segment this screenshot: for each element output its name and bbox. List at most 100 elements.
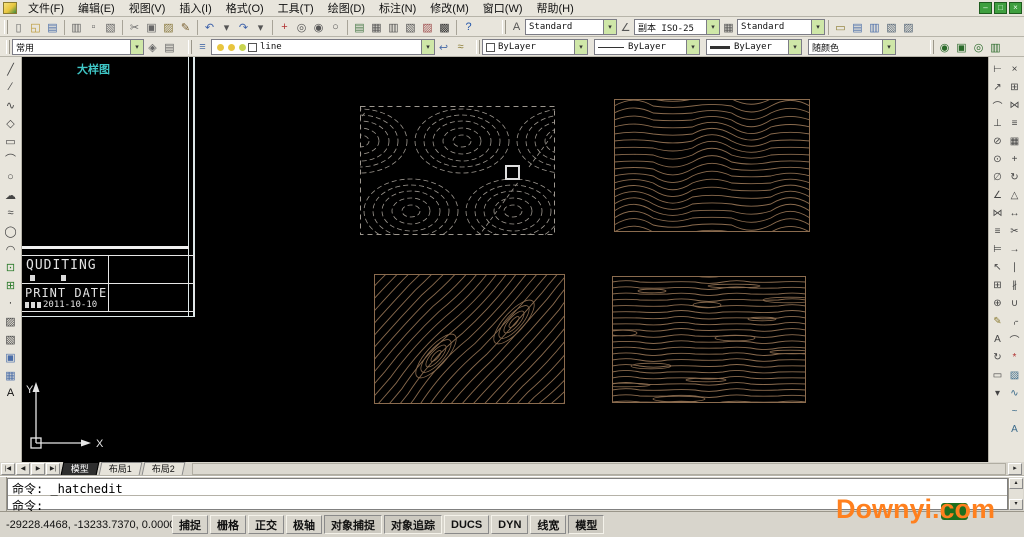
layer-combo[interactable]: line ▾ <box>211 39 435 55</box>
view-cube-icon[interactable]: ◎ <box>970 39 987 55</box>
zoom-window-icon[interactable]: ◉ <box>310 19 327 35</box>
workspace-combo[interactable]: 常用 ▾ <box>12 39 144 55</box>
quickcalc-icon[interactable]: ▩ <box>436 19 453 35</box>
properties-palette-icon[interactable]: ▤ <box>351 19 368 35</box>
toolbar-grip[interactable] <box>4 20 8 34</box>
menu-modify[interactable]: 修改(M) <box>423 0 476 17</box>
undo-icon[interactable]: ↶ <box>201 19 218 35</box>
minimize-button[interactable]: – <box>979 2 992 14</box>
hatch-wave-pattern[interactable] <box>614 99 810 232</box>
scroll-up-button[interactable]: ▴ <box>1009 478 1023 489</box>
edit-text-icon[interactable]: A <box>1006 420 1023 438</box>
aligned-dimension-icon[interactable]: ↗ <box>989 78 1006 96</box>
quick-dimension-icon[interactable]: ⋈ <box>989 204 1006 222</box>
dim-style-combo[interactable]: 副本 ISO-25 ▾ <box>634 19 720 35</box>
scroll-right-button[interactable]: ▸ <box>1008 463 1022 475</box>
layer-isolate-icon[interactable]: ≈ <box>452 39 469 55</box>
lineweight-toggle[interactable]: 线宽 <box>530 515 566 534</box>
offset-icon[interactable]: ≡ <box>1006 114 1023 132</box>
layer-previous-icon[interactable]: ↩ <box>435 39 452 55</box>
drawing-canvas[interactable]: 大样图 QUDITING PRINT DATE 2011-10-10 <box>22 57 988 462</box>
next-tab-button[interactable]: ▶ <box>31 463 45 475</box>
ducs-toggle[interactable]: DUCS <box>444 515 489 534</box>
polyline-icon[interactable]: ∿ <box>2 96 20 114</box>
explode-icon[interactable]: * <box>1006 348 1023 366</box>
chevron-down-icon[interactable]: ▾ <box>421 40 434 54</box>
table-icon[interactable]: ▦ <box>2 366 20 384</box>
break-at-point-icon[interactable]: ∣ <box>1006 258 1023 276</box>
pan-icon[interactable]: + <box>276 19 293 35</box>
angular-dimension-icon[interactable]: ∠ <box>989 186 1006 204</box>
dim-style-icon[interactable]: ∠ <box>617 19 634 35</box>
command-scrollbar[interactable]: ▴ ▾ <box>1008 478 1023 510</box>
quick-leader-icon[interactable]: ↖ <box>989 258 1006 276</box>
fillet-icon[interactable]: ⌒ <box>1006 330 1023 348</box>
dimension-edit-icon[interactable]: ✎ <box>989 312 1006 330</box>
mirror-icon[interactable]: ⋈ <box>1006 96 1023 114</box>
toolbar-grip[interactable] <box>476 40 480 54</box>
toolbar-lock-icon[interactable]: ◉ <box>936 39 953 55</box>
redo-icon[interactable]: ↷ <box>235 19 252 35</box>
edit-hatch-icon[interactable]: ▨ <box>1006 366 1023 384</box>
snap-toggle[interactable]: 捕捉 <box>172 515 208 534</box>
tool-palettes-icon[interactable]: ▥ <box>385 19 402 35</box>
jogged-dimension-icon[interactable]: ⊙ <box>989 150 1006 168</box>
arc-icon[interactable]: ⌒ <box>2 150 20 168</box>
restore-button[interactable]: □ <box>994 2 1007 14</box>
tab-layout2[interactable]: 布局2 <box>142 462 186 475</box>
toolbar-grip[interactable] <box>6 40 10 54</box>
copy-icon[interactable]: ▣ <box>143 19 160 35</box>
ellipse-arc-icon[interactable]: ◠ <box>2 240 20 258</box>
polygon-icon[interactable]: ◇ <box>2 114 20 132</box>
layer-properties-manager-icon[interactable]: ≡ <box>194 39 211 55</box>
layer-lock-icon[interactable] <box>239 44 246 51</box>
scale-icon[interactable]: △ <box>1006 186 1023 204</box>
dimension-update-icon[interactable]: ↻ <box>989 348 1006 366</box>
trim-icon[interactable]: ✂ <box>1006 222 1023 240</box>
linear-dimension-icon[interactable]: ⊢ <box>989 60 1006 78</box>
grid-toggle[interactable]: 栅格 <box>210 515 246 534</box>
radius-dimension-icon[interactable]: ⊘ <box>989 132 1006 150</box>
help-icon[interactable]: ? <box>460 19 477 35</box>
model-toggle[interactable]: 模型 <box>568 515 604 534</box>
sheet-icon[interactable]: ▥ <box>987 39 1004 55</box>
layer-freeze-sun-icon[interactable] <box>228 44 235 51</box>
plot-style-combo[interactable]: 随颜色 ▾ <box>808 39 896 55</box>
draw-order-icon[interactable]: ▥ <box>866 19 883 35</box>
tab-layout1[interactable]: 布局1 <box>99 462 143 475</box>
etransmit-icon[interactable]: ▧ <box>883 19 900 35</box>
table-style-combo[interactable]: Standard ▾ <box>737 19 825 35</box>
edit-spline-icon[interactable]: ~ <box>1006 402 1023 420</box>
hatch-diagonal-grain-pattern[interactable] <box>374 274 565 404</box>
text-style-icon[interactable]: A <box>508 19 525 35</box>
chevron-down-icon[interactable]: ▾ <box>706 20 719 34</box>
break-icon[interactable]: ∦ <box>1006 276 1023 294</box>
chevron-down-icon[interactable]: ▾ <box>788 40 801 54</box>
hatch-knot-pattern-selected[interactable] <box>360 106 555 235</box>
chevron-down-icon[interactable]: ▾ <box>574 40 587 54</box>
ellipse-icon[interactable]: ◯ <box>2 222 20 240</box>
menu-dimension[interactable]: 标注(N) <box>372 0 423 17</box>
text-style-combo[interactable]: Standard ▾ <box>525 19 617 35</box>
designcenter-icon[interactable]: ▦ <box>368 19 385 35</box>
point-icon[interactable]: · <box>2 294 20 312</box>
menu-window[interactable]: 窗口(W) <box>476 0 530 17</box>
tolerance-icon[interactable]: ⊞ <box>989 276 1006 294</box>
dyn-toggle[interactable]: DYN <box>491 515 528 534</box>
menu-file[interactable]: 文件(F) <box>21 0 71 17</box>
stretch-icon[interactable]: ↔ <box>1006 204 1023 222</box>
close-button[interactable]: × <box>1009 2 1022 14</box>
rectangle-icon[interactable]: ▭ <box>2 132 20 150</box>
chevron-down-icon[interactable]: ▾ <box>811 20 824 34</box>
toolbar-grip[interactable] <box>502 20 506 34</box>
open-folder-icon[interactable]: ◱ <box>27 19 44 35</box>
extend-icon[interactable]: → <box>1006 240 1023 258</box>
menu-help[interactable]: 帮助(H) <box>530 0 581 17</box>
lineweight-combo[interactable]: ByLayer ▾ <box>706 39 802 55</box>
command-line[interactable]: 命令: _hatchedit <box>8 479 1007 495</box>
menu-insert[interactable]: 插入(I) <box>172 0 218 17</box>
polar-toggle[interactable]: 极轴 <box>286 515 322 534</box>
zoom-realtime-icon[interactable]: ◎ <box>293 19 310 35</box>
dimension-text-edit-icon[interactable]: A <box>989 330 1006 348</box>
scroll-down-button[interactable]: ▾ <box>1009 499 1023 510</box>
